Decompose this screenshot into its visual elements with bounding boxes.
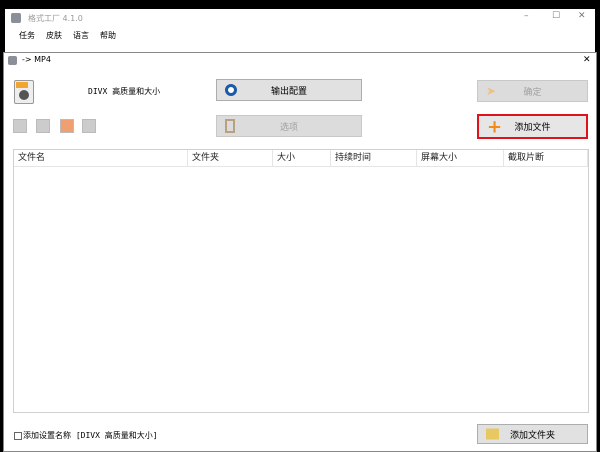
col-clip[interactable]: 截取片断 xyxy=(504,150,588,166)
maximize-button[interactable]: ☐ xyxy=(552,11,560,21)
remove-icon[interactable] xyxy=(13,119,27,133)
clear-icon[interactable] xyxy=(36,119,50,133)
play-icon[interactable] xyxy=(60,119,74,133)
convert-dialog: -> MP4 ✕ DIVX 高质量和大小 输出配置 选项 ➤ 确定 + 添加文件… xyxy=(3,52,597,452)
col-size[interactable]: 大小 xyxy=(273,150,331,166)
add-file-button[interactable]: + 添加文件 xyxy=(477,114,588,139)
menu-language[interactable]: 语言 xyxy=(73,30,89,41)
dialog-icon xyxy=(8,56,17,65)
menu-help[interactable]: 帮助 xyxy=(100,30,116,41)
options-button[interactable]: 选项 xyxy=(216,115,362,137)
preset-label: DIVX 高质量和大小 xyxy=(88,87,161,96)
gear-icon xyxy=(225,84,237,96)
col-folder[interactable]: 文件夹 xyxy=(188,150,273,166)
plus-icon: + xyxy=(487,116,503,137)
app-icon xyxy=(11,13,21,23)
add-setting-name-checkbox[interactable]: 添加设置名称 [DIVX 高质量和大小] xyxy=(14,430,158,441)
arrow-right-icon: ➤ xyxy=(486,84,497,98)
output-config-button[interactable]: 输出配置 xyxy=(216,79,362,101)
col-filename[interactable]: 文件名 xyxy=(14,150,188,166)
col-screen-size[interactable]: 屏幕大小 xyxy=(417,150,504,166)
mp4-format-icon xyxy=(14,80,34,104)
film-icon xyxy=(225,119,235,133)
file-list-table[interactable]: 文件名 文件夹 大小 持续时间 屏幕大小 截取片断 xyxy=(13,149,589,413)
dialog-title: -> MP4 xyxy=(22,55,51,64)
checkbox-box[interactable] xyxy=(14,431,22,440)
close-button[interactable]: ✕ xyxy=(578,11,586,21)
folder-icon xyxy=(486,428,499,440)
media-info-icon[interactable] xyxy=(82,119,96,133)
add-folder-button[interactable]: 添加文件夹 xyxy=(477,424,588,444)
dialog-close-button[interactable]: ✕ xyxy=(583,55,591,65)
app-title: 格式工厂 4.1.0 xyxy=(28,14,83,23)
ok-button[interactable]: ➤ 确定 xyxy=(477,80,588,102)
minimize-button[interactable]: – xyxy=(524,11,529,21)
menu-skin[interactable]: 皮肤 xyxy=(46,30,62,41)
table-header: 文件名 文件夹 大小 持续时间 屏幕大小 截取片断 xyxy=(14,150,588,167)
menu-task[interactable]: 任务 xyxy=(19,30,35,41)
col-duration[interactable]: 持续时间 xyxy=(331,150,417,166)
